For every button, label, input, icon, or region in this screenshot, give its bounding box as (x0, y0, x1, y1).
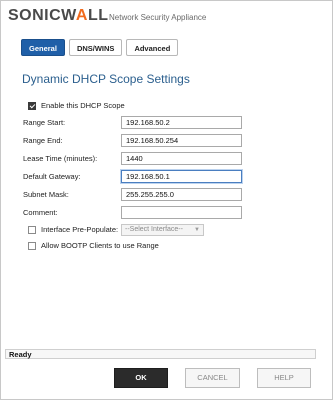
section-title: Dynamic DHCP Scope Settings (22, 72, 190, 86)
default-gateway-label: Default Gateway: (23, 172, 81, 181)
range-end-input[interactable] (121, 134, 242, 147)
interface-prepopulate-label: Interface Pre-Populate: (41, 225, 119, 234)
comment-input[interactable] (121, 206, 242, 219)
help-button[interactable]: HELP (257, 368, 311, 388)
subnet-mask-input[interactable] (121, 188, 242, 201)
tab-general[interactable]: General (21, 39, 65, 56)
range-start-input[interactable] (121, 116, 242, 129)
tab-bar: General DNS/WINS Advanced (21, 39, 179, 56)
interface-select[interactable]: --Select Interface-- ▼ (121, 224, 204, 236)
interface-select-value: --Select Interface-- (125, 226, 183, 233)
range-end-label: Range End: (23, 136, 63, 145)
logo-text-main: SONICW (8, 7, 76, 24)
sonicwall-logo: SONICWALL (8, 7, 109, 25)
allow-bootp-row: Allow BOOTP Clients to use Range (28, 241, 159, 250)
default-gateway-input[interactable] (121, 170, 242, 183)
dhcp-scope-dialog: SONICWALL Network Security Appliance Gen… (0, 0, 333, 400)
logo-text-accent: A (75, 7, 88, 24)
chevron-down-icon: ▼ (194, 227, 200, 233)
ok-button[interactable]: OK (114, 368, 168, 388)
interface-prepopulate-row: Interface Pre-Populate: (28, 225, 118, 234)
cancel-button[interactable]: CANCEL (185, 368, 240, 388)
appliance-title: Network Security Appliance (109, 13, 207, 22)
status-bar: Ready (5, 349, 316, 359)
enable-scope-label: Enable this DHCP Scope (41, 101, 125, 110)
tab-advanced[interactable]: Advanced (126, 39, 179, 56)
logo-text-end: LL (87, 7, 109, 24)
enable-scope-row: Enable this DHCP Scope (28, 101, 125, 110)
enable-scope-checkbox[interactable] (28, 101, 36, 110)
lease-time-label: Lease Time (minutes): (23, 154, 98, 163)
allow-bootp-label: Allow BOOTP Clients to use Range (41, 241, 159, 250)
lease-time-input[interactable] (121, 152, 242, 165)
subnet-mask-label: Subnet Mask: (23, 190, 69, 199)
allow-bootp-checkbox[interactable] (28, 241, 36, 250)
interface-prepopulate-checkbox[interactable] (28, 225, 36, 234)
comment-label: Comment: (23, 208, 58, 217)
tab-dns-wins[interactable]: DNS/WINS (68, 39, 123, 56)
range-start-label: Range Start: (23, 118, 66, 127)
